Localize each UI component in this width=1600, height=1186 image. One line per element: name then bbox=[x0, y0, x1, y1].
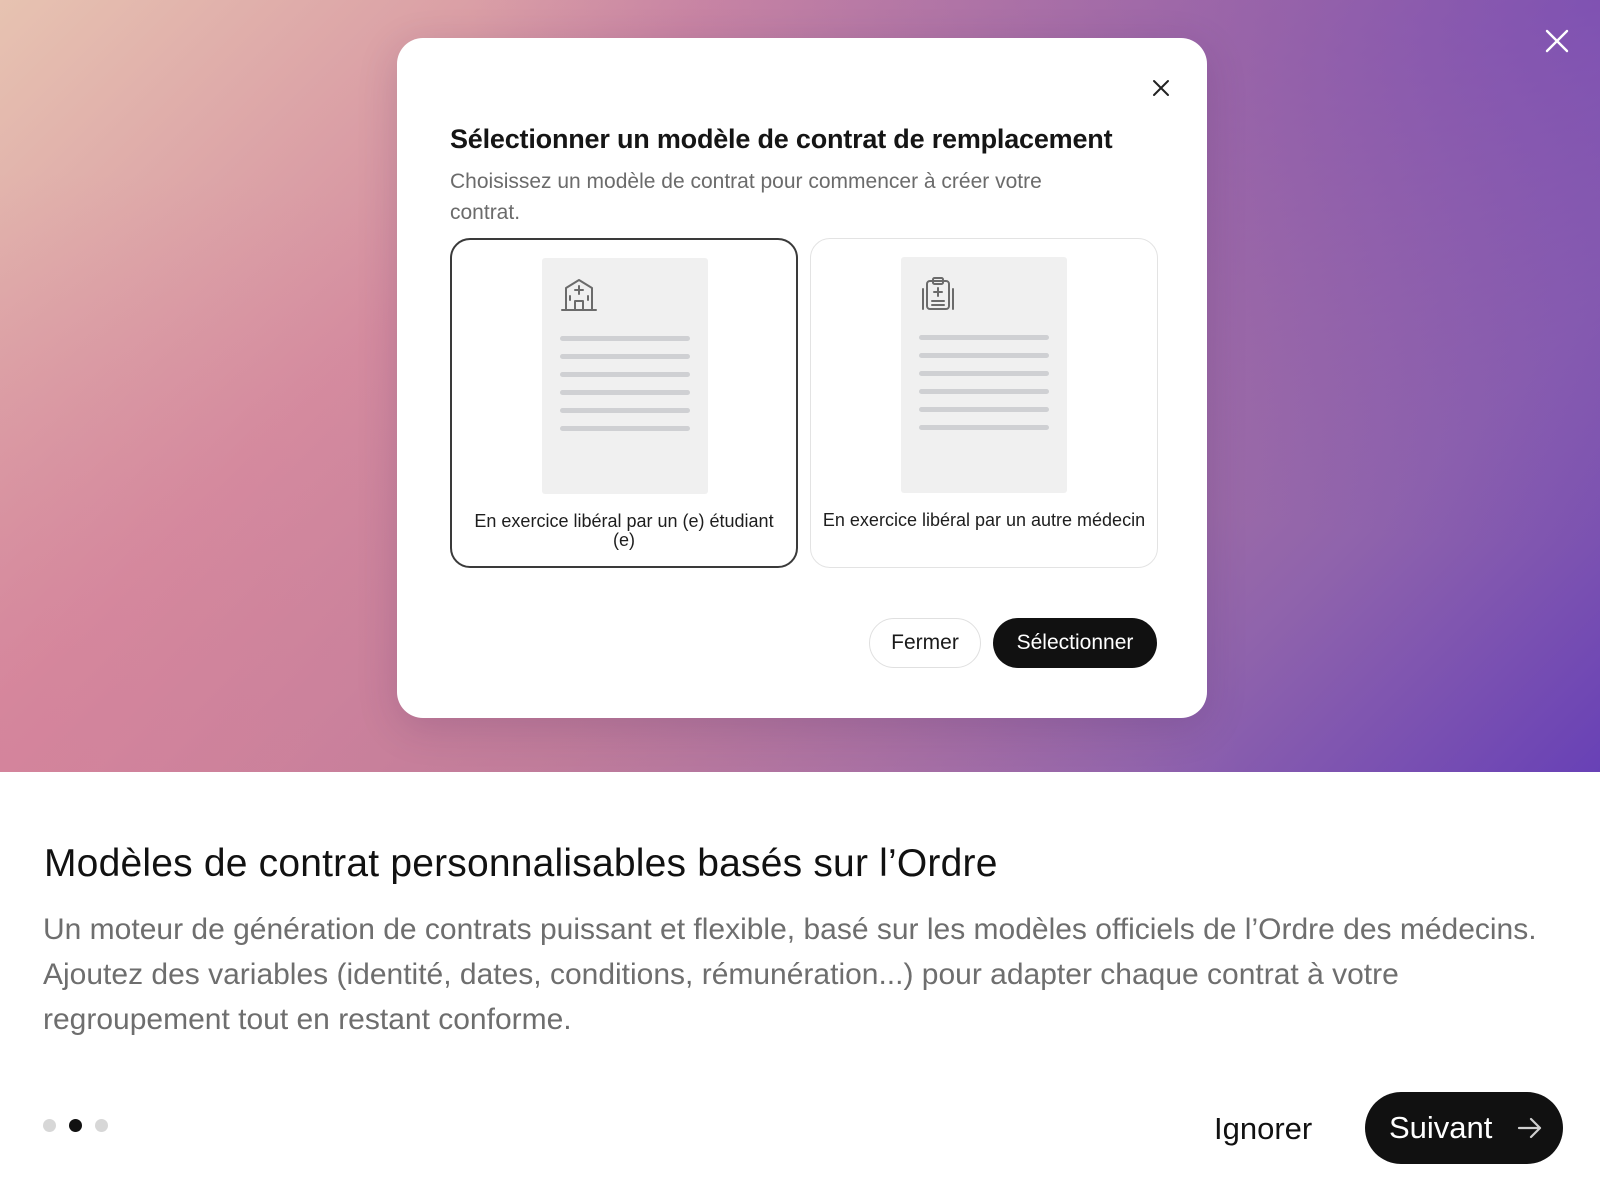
pagination-dot[interactable] bbox=[43, 1119, 56, 1132]
pagination-dot[interactable] bbox=[95, 1119, 108, 1132]
document-line bbox=[560, 354, 690, 359]
hospital-icon bbox=[561, 279, 597, 311]
document-line bbox=[919, 407, 1049, 412]
next-button-label: Suivant bbox=[1389, 1110, 1493, 1145]
hero-illustration: Sélectionner un modèle de contrat de rem… bbox=[0, 0, 1600, 772]
template-card-doctor[interactable]: En exercice libéral par un autre médecin bbox=[810, 238, 1158, 568]
feature-title: Modèles de contrat personnalisables basé… bbox=[44, 842, 998, 885]
close-button[interactable]: Fermer bbox=[869, 618, 981, 668]
pagination-dot-active[interactable] bbox=[69, 1119, 82, 1132]
close-icon bbox=[1153, 80, 1169, 96]
document-line bbox=[919, 425, 1049, 430]
template-card-label: En exercice libéral par un (e) étudiant … bbox=[474, 511, 774, 550]
close-icon bbox=[1545, 29, 1569, 53]
ignore-button[interactable]: Ignorer bbox=[1214, 1111, 1312, 1147]
close-onboarding-button[interactable] bbox=[1540, 24, 1574, 58]
next-button[interactable]: Suivant bbox=[1365, 1092, 1563, 1164]
document-line bbox=[919, 353, 1049, 358]
document-line bbox=[919, 335, 1049, 340]
document-line bbox=[560, 426, 690, 431]
document-preview bbox=[901, 257, 1067, 493]
document-line bbox=[560, 336, 690, 341]
document-line bbox=[919, 371, 1049, 376]
document-preview bbox=[542, 258, 708, 494]
modal-description: Choisissez un modèle de contrat pour com… bbox=[450, 170, 1042, 224]
select-button[interactable]: Sélectionner bbox=[993, 618, 1157, 668]
document-line bbox=[919, 389, 1049, 394]
modal-close-button[interactable] bbox=[1149, 76, 1173, 100]
document-line bbox=[560, 372, 690, 377]
document-line bbox=[560, 408, 690, 413]
medical-clipboard-icon bbox=[922, 277, 954, 310]
arrow-right-icon bbox=[1517, 1117, 1542, 1139]
template-card-label: En exercice libéral par un autre médecin bbox=[822, 510, 1146, 530]
document-line bbox=[560, 390, 690, 395]
template-selection-modal: Sélectionner un modèle de contrat de rem… bbox=[397, 38, 1207, 718]
template-card-student[interactable]: En exercice libéral par un (e) étudiant … bbox=[450, 238, 798, 568]
modal-title: Sélectionner un modèle de contrat de rem… bbox=[450, 124, 1113, 154]
pagination-dots bbox=[43, 1119, 108, 1132]
onboarding-page: Sélectionner un modèle de contrat de rem… bbox=[0, 0, 1600, 1186]
feature-description: Un moteur de génération de contrats puis… bbox=[43, 913, 1537, 1036]
